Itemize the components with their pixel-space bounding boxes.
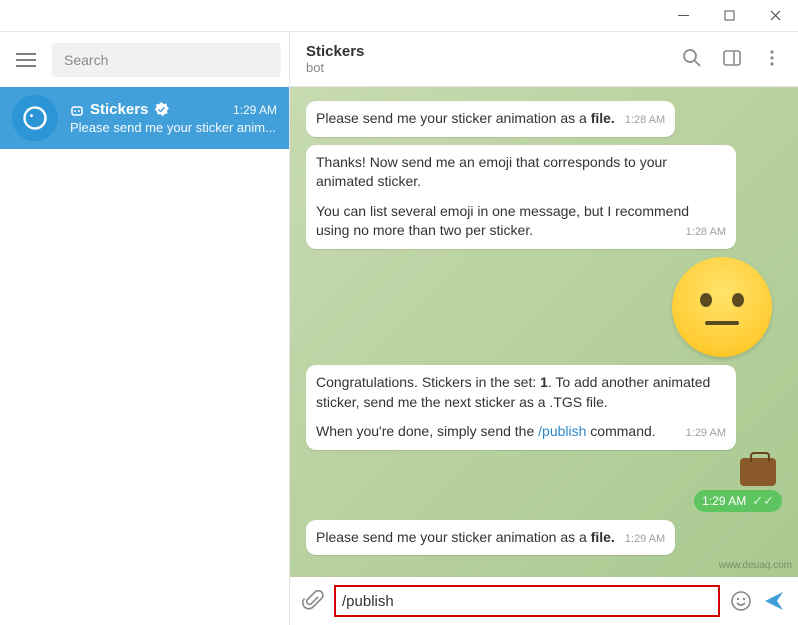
message-time: 1:29 AM — [686, 426, 726, 441]
message-text: Congratulations. Stickers in the set: — [316, 374, 540, 390]
message-time: 1:28 AM — [625, 113, 665, 128]
emoji-sticker-neutral-face[interactable] — [672, 257, 772, 357]
message-outgoing-meta[interactable]: 1:29 AM ✓✓ — [694, 490, 782, 512]
window-maximize-button[interactable] — [706, 0, 752, 32]
message-incoming[interactable]: Congratulations. Stickers in the set: 1.… — [306, 365, 736, 450]
message-bold: file. — [591, 110, 615, 126]
send-icon — [762, 589, 786, 613]
message-text: command. — [586, 423, 655, 439]
main-panel: Stickers bot Please send me your sticker… — [290, 32, 798, 625]
stickers-bot-icon — [21, 104, 49, 132]
message-paragraph: You can list several emoji in one messag… — [316, 203, 689, 239]
verified-icon — [154, 102, 169, 117]
window-close-button[interactable] — [752, 0, 798, 32]
read-checks-icon: ✓✓ — [752, 493, 774, 509]
sidebar: Stickers 1:29 AM Please send me your sti… — [0, 32, 290, 625]
bot-icon — [70, 103, 84, 117]
message-bold: 1 — [540, 374, 548, 390]
message-time: 1:29 AM — [702, 494, 746, 508]
message-incoming[interactable]: Please send me your sticker animation as… — [306, 520, 675, 556]
window-minimize-button[interactable] — [660, 0, 706, 32]
chat-preview: Please send me your sticker anim... — [70, 120, 277, 135]
paperclip-icon — [302, 590, 324, 612]
publish-command-link[interactable]: /publish — [538, 423, 586, 439]
compose-input[interactable] — [342, 593, 712, 610]
more-menu-button[interactable] — [762, 48, 782, 71]
avatar — [12, 95, 58, 141]
chat-subtitle: bot — [306, 60, 364, 75]
message-paragraph: Thanks! Now send me an emoji that corres… — [316, 153, 726, 192]
chat-time: 1:29 AM — [233, 103, 277, 117]
briefcase-sticker[interactable] — [740, 458, 776, 486]
chat-title[interactable]: Stickers — [306, 43, 364, 60]
hamburger-menu-button[interactable] — [8, 42, 44, 78]
message-incoming[interactable]: Thanks! Now send me an emoji that corres… — [306, 145, 736, 249]
compose-input-highlight — [334, 585, 720, 617]
dots-vertical-icon — [762, 48, 782, 68]
send-button[interactable] — [762, 589, 786, 613]
side-panel-button[interactable] — [722, 48, 742, 71]
emoji-picker-button[interactable] — [730, 590, 752, 612]
chat-name: Stickers — [90, 101, 148, 118]
watermark: www.deuaq.com — [719, 560, 792, 571]
search-in-chat-button[interactable] — [682, 48, 702, 71]
search-input[interactable] — [64, 52, 269, 68]
search-box[interactable] — [52, 43, 281, 77]
chat-header: Stickers bot — [290, 32, 798, 87]
message-incoming[interactable]: Please send me your sticker animation as… — [306, 101, 675, 137]
message-text: Please send me your sticker animation as… — [316, 529, 591, 545]
message-text: Please send me your sticker animation as… — [316, 110, 591, 126]
window-titlebar — [0, 0, 798, 32]
message-text: When you're done, simply send the — [316, 423, 538, 439]
panel-icon — [722, 48, 742, 68]
message-time: 1:28 AM — [686, 225, 726, 240]
message-bold: file. — [591, 529, 615, 545]
message-time: 1:29 AM — [625, 532, 665, 547]
compose-bar — [290, 577, 798, 625]
chat-list-item-stickers[interactable]: Stickers 1:29 AM Please send me your sti… — [0, 87, 289, 149]
emoji-icon — [730, 590, 752, 612]
hamburger-icon — [16, 53, 36, 67]
messages-area[interactable]: Please send me your sticker animation as… — [290, 87, 798, 577]
attach-button[interactable] — [302, 590, 324, 612]
search-icon — [682, 48, 702, 68]
